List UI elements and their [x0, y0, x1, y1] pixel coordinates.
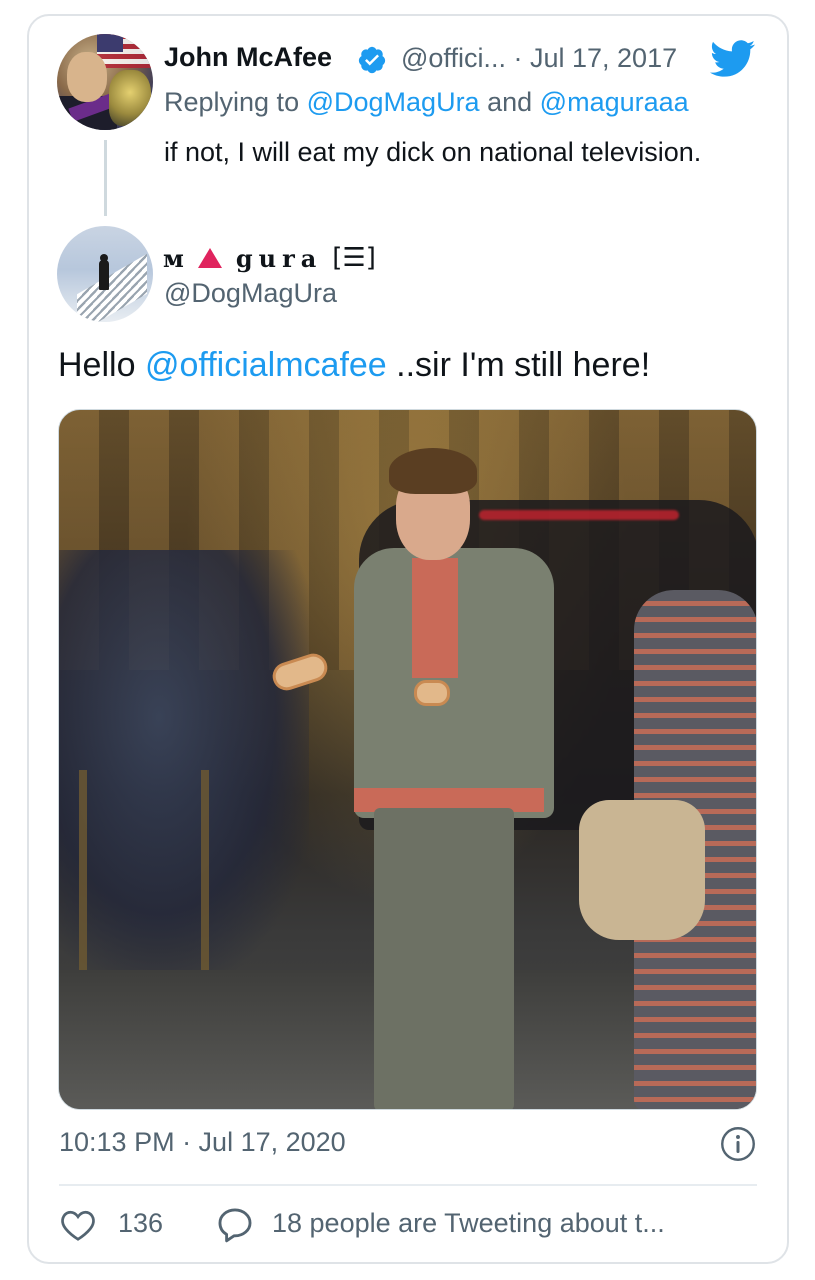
tweet-timestamp[interactable]: 10:13 PM · Jul 17, 2020: [59, 1127, 346, 1158]
twitter-bird-icon: [710, 40, 756, 77]
quoted-author-name[interactable]: John McAfee: [164, 42, 332, 73]
photo-man-with-hotdogs: [269, 448, 574, 1109]
quoted-handle-date[interactable]: @offici... · Jul 17, 2017: [401, 43, 677, 74]
john-mcafee-avatar[interactable]: [57, 34, 153, 130]
divider: [59, 1184, 757, 1186]
photo-hotdog-right: [414, 680, 450, 706]
photo-hair: [389, 448, 477, 494]
tweet-photo[interactable]: [58, 409, 757, 1110]
tweet-handle[interactable]: @DogMagUra: [164, 278, 337, 309]
replying-and: and: [487, 87, 533, 117]
avatar-face: [67, 52, 107, 102]
replying-to-line: Replying to @DogMagUra and @maguraaa: [164, 87, 689, 118]
quoted-tweet-text: if not, I will eat my dick on national t…: [164, 137, 702, 167]
photo-director-chair: [79, 770, 209, 970]
verified-badge-icon: [358, 46, 386, 74]
thread-connector-line: [104, 140, 107, 216]
info-icon[interactable]: [720, 1126, 756, 1162]
name-glyph-m: ᴍ: [163, 243, 184, 273]
tweet-text: Hello @officialmcafee ..sir I'm still he…: [58, 346, 650, 385]
avatar-figure: [99, 260, 109, 290]
quoted-handle[interactable]: @offici...: [401, 43, 506, 73]
tweet-author-name[interactable]: ᴍ gura [☰]: [163, 240, 376, 276]
flag-canton: [97, 34, 123, 52]
replying-user-link-2[interactable]: @maguraaa: [540, 87, 689, 117]
photo-pants: [374, 808, 514, 1109]
mention-link[interactable]: @officialmcafee: [145, 346, 387, 384]
quoted-date[interactable]: Jul 17, 2017: [530, 43, 677, 73]
red-triangle-icon: [197, 248, 222, 268]
maguraa-avatar[interactable]: [57, 226, 153, 322]
heart-icon[interactable]: [60, 1208, 96, 1242]
tweeting-about-link[interactable]: 18 people are Tweeting about t...: [272, 1208, 665, 1239]
name-glyph-gura: gura: [235, 243, 323, 273]
like-count[interactable]: 136: [118, 1208, 163, 1239]
avatar-cat: [109, 70, 151, 126]
tweet-text-before: Hello: [58, 346, 145, 384]
name-glyph-doc: [☰]: [332, 243, 376, 273]
replying-user-link-1[interactable]: @DogMagUra: [307, 87, 480, 117]
replying-prefix: Replying to: [164, 87, 300, 117]
speech-bubble-icon[interactable]: [216, 1206, 254, 1244]
photo-handbag: [579, 800, 705, 940]
tweet-text-after: ..sir I'm still here!: [386, 346, 651, 384]
photo-shirt: [412, 558, 458, 678]
separator-dot: ·: [513, 43, 523, 73]
